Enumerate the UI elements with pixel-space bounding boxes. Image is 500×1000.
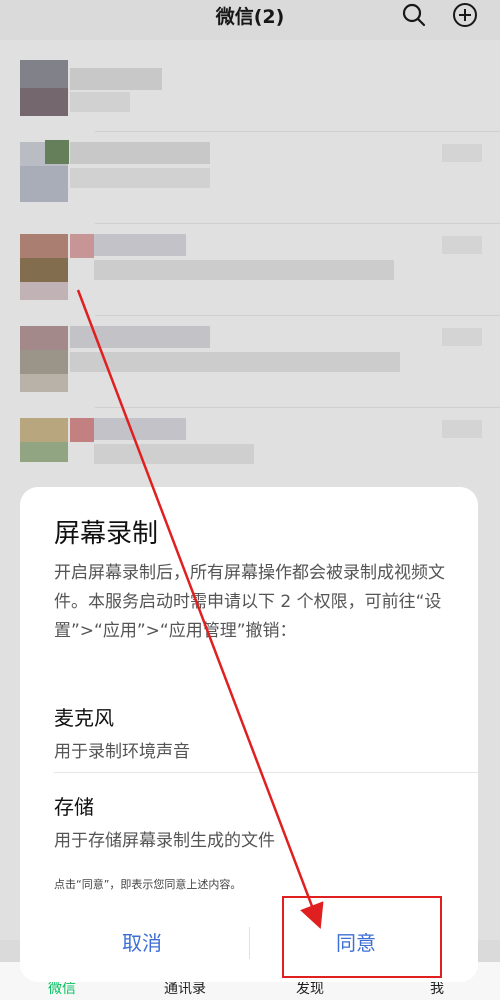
divider (54, 772, 478, 773)
dialog-description: 开启屏幕录制后，所有屏幕操作都会被录制成视频文件。本服务启动时需申请以下 2 个… (54, 563, 445, 641)
permission-microphone-name: 麦克风 (54, 706, 114, 730)
permission-storage-desc: 用于存储屏幕录制生成的文件 (54, 831, 275, 851)
permission-microphone-desc: 用于录制环境声音 (54, 742, 190, 762)
button-divider (249, 927, 250, 959)
consent-notice: 点击“同意”，即表示您同意上述内容。 (54, 878, 242, 891)
cancel-button[interactable]: 取消 (72, 927, 212, 956)
permission-storage-name: 存储 (54, 795, 94, 819)
highlight-box (282, 896, 442, 978)
dialog-title: 屏幕录制 (54, 519, 159, 549)
